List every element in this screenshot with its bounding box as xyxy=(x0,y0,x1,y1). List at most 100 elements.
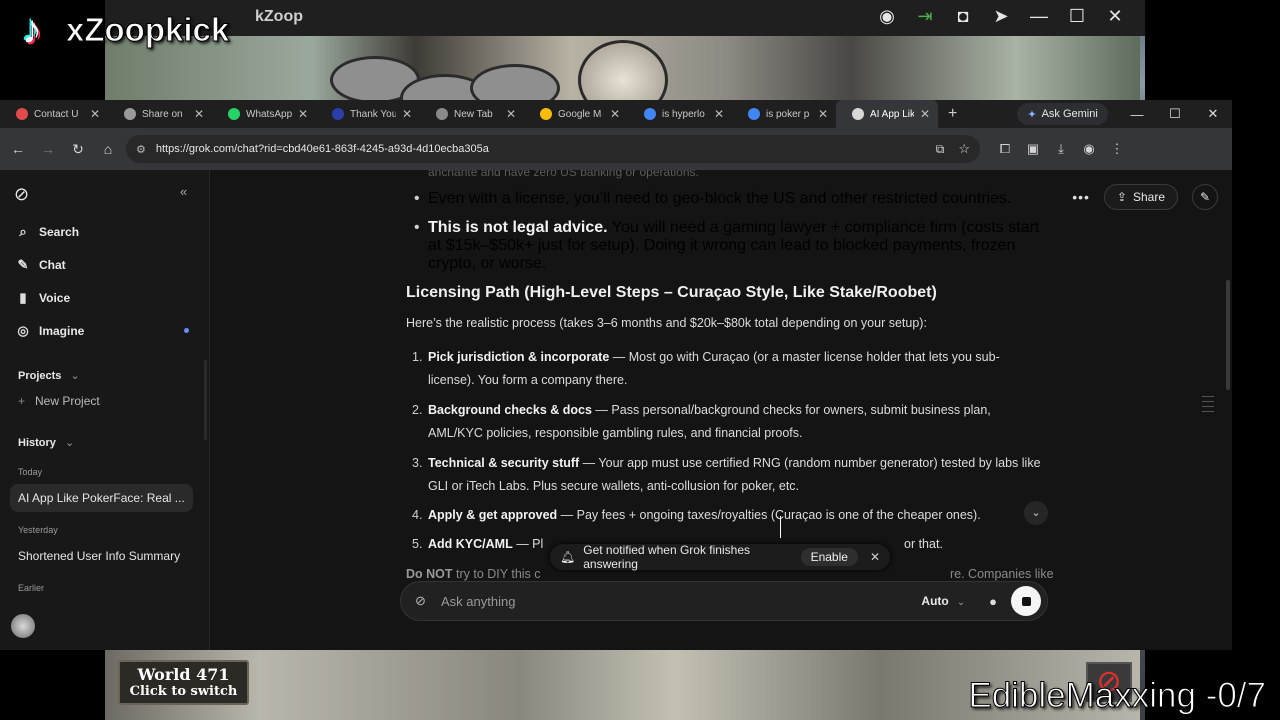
close-icon[interactable]: ✕ xyxy=(506,107,516,121)
tab-label: is poker p xyxy=(766,108,810,120)
sidebar-item-label: Voice xyxy=(39,291,71,305)
reload-icon[interactable]: ↻ xyxy=(66,141,90,158)
step-title: Pick jurisdiction & incorporate xyxy=(428,350,610,364)
minimize-icon[interactable]: — xyxy=(1118,107,1156,122)
discord-icon[interactable]: ◉ xyxy=(877,6,897,27)
sidebar-item-voice[interactable]: ▮ Voice xyxy=(16,290,70,306)
gemini-icon: ✦ xyxy=(1027,108,1037,121)
stop-button[interactable] xyxy=(1011,586,1041,616)
close-icon[interactable]: ✕ xyxy=(90,107,100,121)
plus-icon: + xyxy=(18,394,26,408)
chat-area: ••• ⇪ Share ✎ anchante and have zero US … xyxy=(210,170,1232,650)
close-icon[interactable]: ✕ xyxy=(818,107,828,121)
game-titlebar: kZoop ◉ ⇥ ◘ ➤ — ☐ ✕ xyxy=(105,0,1145,36)
extensions-icon[interactable]: ⧠ xyxy=(994,141,1016,157)
grok-logo-icon[interactable]: ⊘ xyxy=(14,184,29,205)
arrow-icon[interactable]: ➤ xyxy=(991,6,1011,27)
step-text-tail: or that. xyxy=(904,537,943,551)
model-mode-selector[interactable]: Auto ⌄ xyxy=(921,594,965,608)
more-options-icon[interactable]: ••• xyxy=(1072,189,1090,205)
tab-favicon xyxy=(332,108,344,120)
site-info-icon[interactable]: ⚙ xyxy=(136,143,146,156)
address-bar: ← → ↻ ⌂ ⚙ https://grok.com/chat?rid=cbd4… xyxy=(0,128,1232,170)
close-icon[interactable]: ✕ xyxy=(1105,6,1125,27)
list-item: 4. Apply & get approved — Pay fees + ong… xyxy=(412,504,1043,527)
url-text: https://grok.com/chat?rid=cbd40e61-863f-… xyxy=(155,143,489,155)
tab-google-maps[interactable]: Google M ✕ xyxy=(524,100,628,128)
tab-poker[interactable]: is poker p ✕ xyxy=(732,100,836,128)
new-project-button[interactable]: + New Project xyxy=(18,394,100,408)
menu-icon[interactable]: ⋮ xyxy=(1106,141,1128,157)
forward-icon[interactable]: → xyxy=(36,141,60,158)
chevron-down-icon: ⌄ xyxy=(70,370,80,382)
mic-icon[interactable]: ● xyxy=(989,594,997,609)
chat-input[interactable] xyxy=(441,593,922,609)
download-icon[interactable]: ⤓ xyxy=(1050,141,1072,157)
world-switch-button[interactable]: World 471 Click to switch xyxy=(118,660,249,705)
close-icon[interactable]: ✕ xyxy=(298,107,308,121)
step-number: 1. xyxy=(412,350,423,364)
new-chat-icon[interactable]: ✎ xyxy=(1192,184,1218,210)
maximize-icon[interactable]: ☐ xyxy=(1156,106,1194,122)
home-icon[interactable]: ⌂ xyxy=(96,141,120,158)
list-item: This is not legal advice. You will need … xyxy=(414,219,1048,273)
sidebar-item-chat[interactable]: ✎ Chat xyxy=(16,257,66,273)
history-header[interactable]: History ⌄ xyxy=(18,436,74,449)
install-app-icon[interactable]: ⧉ xyxy=(936,142,945,157)
conversation-item[interactable]: AI App Like PokerFace: Real ... xyxy=(10,484,193,512)
step-number: 3. xyxy=(412,456,423,470)
exit-icon[interactable]: ⇥ xyxy=(915,6,935,27)
tiktok-icon: ♪ xyxy=(6,4,58,56)
url-field[interactable]: ⚙ https://grok.com/chat?rid=cbd40e61-863… xyxy=(126,135,980,163)
list-item: Even with a license, you’ll need to geo-… xyxy=(414,190,1048,208)
close-icon[interactable]: ✕ xyxy=(1194,106,1232,122)
bookmark-icon[interactable]: ☆ xyxy=(958,141,970,157)
back-icon[interactable]: ← xyxy=(6,141,30,158)
conversation-minimap[interactable] xyxy=(1202,396,1214,412)
tab-contact[interactable]: Contact U ✕ xyxy=(0,100,108,128)
section-heading: Licensing Path (High-Level Steps – Curaç… xyxy=(406,284,937,301)
step-title: Technical & security stuff xyxy=(428,456,580,470)
tab-whatsapp[interactable]: WhatsApp ✕ xyxy=(212,100,316,128)
conversation-item[interactable]: Shortened User Info Summary xyxy=(10,542,193,570)
tab-new-tab[interactable]: New Tab ✕ xyxy=(420,100,524,128)
maximize-icon[interactable]: ☐ xyxy=(1067,6,1087,27)
close-icon[interactable]: ✕ xyxy=(714,107,724,121)
tab-favicon xyxy=(16,108,28,120)
collapse-sidebar-icon[interactable]: « xyxy=(180,184,187,199)
share-button[interactable]: ⇪ Share xyxy=(1103,184,1178,210)
tab-label: Contact U xyxy=(34,108,79,120)
tab-thank-you[interactable]: Thank You ✕ xyxy=(316,100,420,128)
tab-ai-app[interactable]: AI App Lik ✕ xyxy=(836,100,938,128)
intro-text: Here’s the realistic process (takes 3–6 … xyxy=(406,316,927,330)
step-title: Background checks & docs xyxy=(428,403,592,417)
minimize-icon[interactable]: — xyxy=(1029,6,1049,27)
close-icon[interactable]: ✕ xyxy=(870,550,880,564)
projects-header[interactable]: Projects ⌄ xyxy=(18,369,80,382)
scroll-down-button[interactable]: ⌄ xyxy=(1024,501,1048,525)
sidebar-item-label: Imagine xyxy=(39,324,85,338)
sidebar-item-search[interactable]: ⌕ Search xyxy=(16,224,79,240)
profile-icon[interactable]: ◉ xyxy=(1078,141,1100,157)
close-icon[interactable]: ✕ xyxy=(920,107,930,121)
camera-icon[interactable]: ◘ xyxy=(953,6,973,27)
sidebar-scrollbar[interactable] xyxy=(204,360,207,440)
close-icon[interactable]: ✕ xyxy=(610,107,620,121)
ask-gemini-button[interactable]: ✦ Ask Gemini xyxy=(1017,103,1108,125)
tab-bar: Contact U ✕ Share on ✕ WhatsApp ✕ Thank … xyxy=(0,100,1232,128)
step-number: 4. xyxy=(412,508,423,522)
tab-hyperlo[interactable]: is hyperlo ✕ xyxy=(628,100,732,128)
step-title: Add KYC/AML xyxy=(428,537,513,551)
page-scrollbar[interactable] xyxy=(1226,280,1230,390)
tab-share[interactable]: Share on ✕ xyxy=(108,100,212,128)
tab-label: WhatsApp xyxy=(246,108,292,120)
new-tab-button[interactable]: + xyxy=(938,100,967,128)
avatar[interactable] xyxy=(11,614,35,638)
sidebar-item-imagine[interactable]: ◎ Imagine xyxy=(16,323,84,339)
attach-icon[interactable]: ⊘ xyxy=(415,593,431,609)
window-controls: — ☐ ✕ xyxy=(1118,100,1232,128)
close-icon[interactable]: ✕ xyxy=(194,107,204,121)
sidepanel-icon[interactable]: ▣ xyxy=(1022,141,1044,157)
close-icon[interactable]: ✕ xyxy=(402,107,412,121)
enable-notifications-button[interactable]: Enable xyxy=(800,548,858,566)
